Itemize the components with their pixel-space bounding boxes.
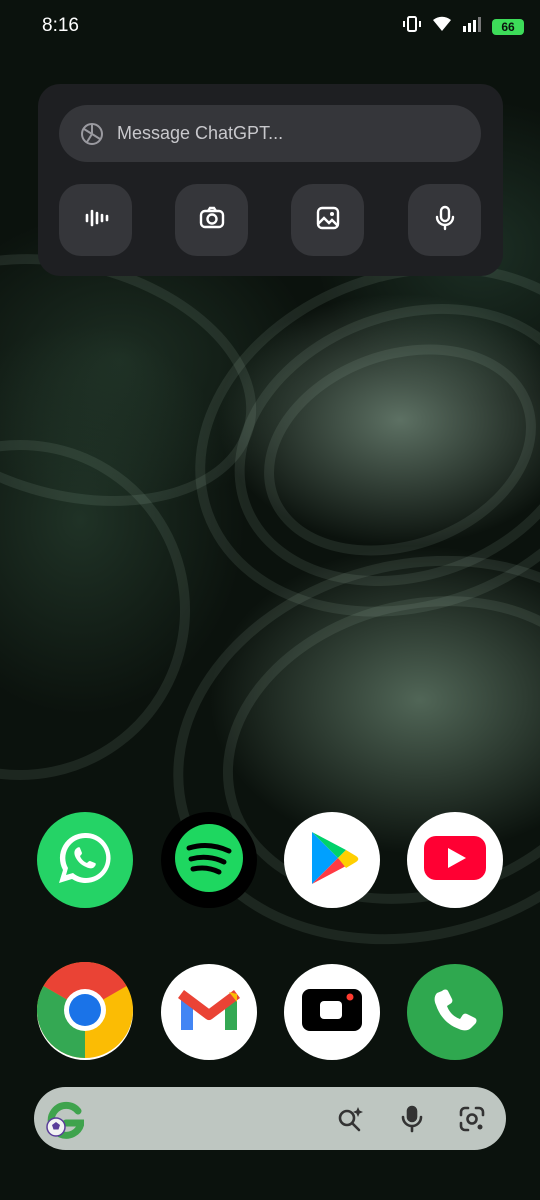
image-button[interactable] [291,184,364,256]
voice-mode-button[interactable] [59,184,132,256]
status-bar: 8:16 66 [0,0,540,54]
camera-button[interactable] [175,184,248,256]
image-icon [314,204,342,237]
google-doodle-icon[interactable] [44,1099,86,1139]
app-youtube[interactable] [407,812,503,908]
app-spotify[interactable] [161,812,257,908]
vibrate-icon [402,14,422,39]
camera-icon [198,204,226,237]
google-play-icon [304,828,360,893]
app-whatsapp[interactable] [37,812,133,908]
phone-icon [430,985,480,1040]
app-camera[interactable] [284,964,380,1060]
gmail-icon [177,984,241,1041]
cell-signal-icon [462,15,482,38]
search-spark-icon[interactable] [336,1105,364,1133]
microphone-icon [431,204,459,237]
spotify-icon [169,818,249,903]
microphone-button[interactable] [408,184,481,256]
lens-icon[interactable] [458,1105,486,1133]
chatgpt-widget: Message ChatGPT... [38,84,503,276]
voice-waveform-icon [82,204,110,237]
whatsapp-icon [52,825,118,896]
wifi-icon [432,15,452,38]
microphone-icon[interactable] [398,1105,426,1133]
google-search-bar[interactable] [34,1087,506,1150]
battery-icon: 66 [492,18,524,35]
chatgpt-placeholder: Message ChatGPT... [117,123,284,143]
app-gmail[interactable] [161,964,257,1060]
app-google-play[interactable] [284,812,380,908]
app-phone[interactable] [407,964,503,1060]
battery-level: 66 [501,19,515,34]
chrome-icon [36,961,133,1063]
chatgpt-message-input[interactable]: Message ChatGPT... [59,105,481,162]
chatgpt-logo-icon [79,121,105,147]
clock: 8:16 [42,15,79,36]
youtube-icon [422,834,488,887]
app-chrome[interactable] [36,961,133,1063]
camera-app-icon [300,987,364,1038]
